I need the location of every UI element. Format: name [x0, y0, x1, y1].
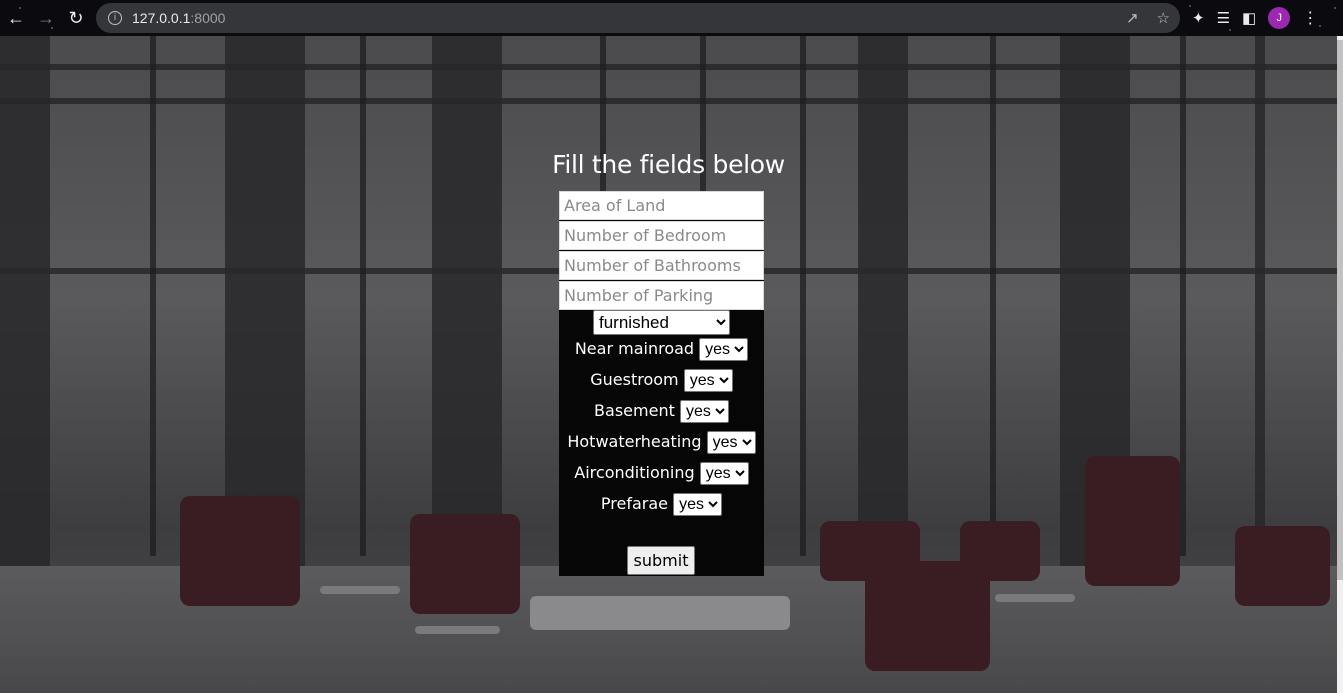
hotwaterheating-select[interactable]: yes	[706, 431, 756, 454]
guestroom-label: Guestroom	[590, 370, 679, 389]
browser-toolbar: ← → ↻ i 127.0.0.1:8000 ↗ ☆ ✦ ☰ ◧ J ⋮	[0, 0, 1343, 36]
reading-list-icon[interactable]: ☰	[1217, 9, 1230, 27]
prefarae-label: Prefarae	[600, 494, 668, 513]
prefarae-select[interactable]: yes	[673, 493, 723, 516]
basement-select[interactable]: yes	[679, 400, 729, 423]
airconditioning-select[interactable]: yes	[699, 462, 749, 485]
basement-label: Basement	[594, 401, 675, 420]
hotwaterheating-row: Hotwaterheating yes	[559, 431, 764, 454]
furnishing-select[interactable]: furnished	[593, 310, 730, 335]
mainroad-select[interactable]: yes	[699, 338, 749, 361]
address-bar[interactable]: i 127.0.0.1:8000 ↗ ☆	[96, 3, 1180, 33]
forward-icon[interactable]: →	[32, 4, 60, 32]
share-icon[interactable]: ↗	[1126, 9, 1139, 27]
page-viewport: Fill the fields below furnished Near mai…	[0, 36, 1343, 693]
extensions-puzzle-icon[interactable]: ✦	[1192, 9, 1205, 27]
url-port: :8000	[190, 10, 226, 26]
airconditioning-row: Airconditioning yes	[559, 462, 764, 485]
reload-icon[interactable]: ↻	[62, 4, 90, 32]
submit-button[interactable]: submit	[627, 546, 695, 575]
bedroom-count-input[interactable]	[559, 221, 764, 250]
guestroom-row: Guestroom yes	[559, 369, 764, 392]
back-icon[interactable]: ←	[2, 4, 30, 32]
airconditioning-label: Airconditioning	[574, 463, 695, 482]
basement-row: Basement yes	[559, 400, 764, 423]
parking-count-input[interactable]	[559, 281, 764, 310]
bathroom-count-input[interactable]	[559, 251, 764, 280]
area-of-land-input[interactable]	[559, 191, 764, 220]
profile-avatar[interactable]: J	[1268, 7, 1291, 29]
bookmark-star-icon[interactable]: ☆	[1157, 9, 1170, 27]
url-text: 127.0.0.1:8000	[132, 10, 225, 26]
guestroom-select[interactable]: yes	[683, 369, 733, 392]
mainroad-label: Near mainroad	[574, 339, 695, 358]
prediction-form: furnished Near mainroad yes Guestroom ye…	[559, 191, 764, 576]
menu-kebab-icon[interactable]: ⋮	[1302, 8, 1318, 28]
prefarae-row: Prefarae yes	[559, 493, 764, 516]
url-host: 127.0.0.1	[132, 10, 191, 26]
page-title: Fill the fields below	[552, 150, 785, 179]
side-panel-icon[interactable]: ◧	[1242, 9, 1256, 27]
scrollbar-thumb[interactable]	[1337, 40, 1343, 580]
site-info-icon[interactable]: i	[108, 11, 122, 25]
page-scrollbar[interactable]	[1337, 36, 1343, 693]
mainroad-row: Near mainroad yes	[559, 338, 764, 361]
hotwaterheating-label: Hotwaterheating	[567, 432, 702, 451]
